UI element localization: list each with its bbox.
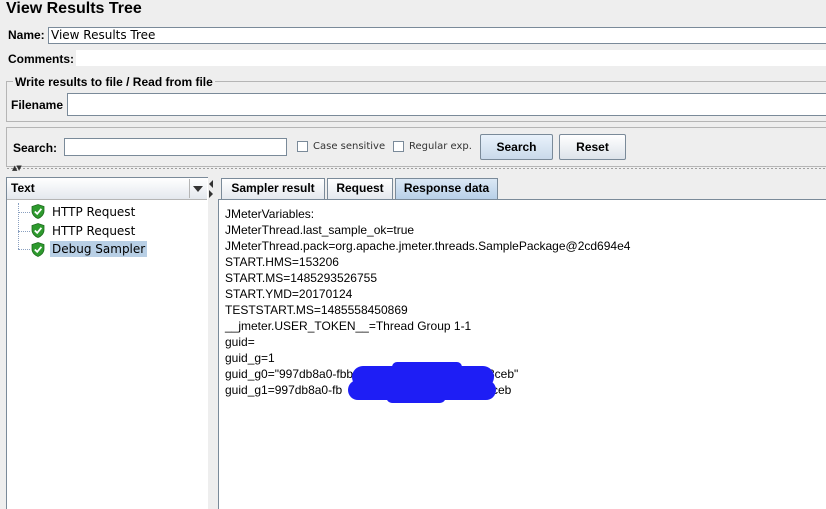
response-line: JMeterThread.pack=org.apache.jmeter.thre… [225, 239, 631, 253]
response-line: TESTSTART.MS=1485558450869 [225, 303, 408, 317]
collapse-arrows-icon[interactable]: ▲▼ [12, 164, 22, 172]
name-label: Name: [8, 28, 45, 42]
filename-input[interactable] [67, 93, 826, 116]
collapse-left-icon[interactable] [209, 180, 213, 188]
tree-connector [18, 212, 30, 213]
response-line: START.MS=1485293526755 [225, 271, 377, 285]
success-shield-icon [31, 204, 45, 219]
tab-response-data[interactable]: Response data [395, 178, 498, 199]
regex-checkbox[interactable] [393, 141, 404, 152]
response-line: START.YMD=20170124 [225, 287, 353, 301]
comments-input[interactable] [76, 50, 826, 66]
response-line: __jmeter.USER_TOKEN__=Thread Group 1-1 [225, 319, 472, 333]
renderer-select-value: Text [11, 181, 35, 195]
regex-label: Regular exp. [409, 141, 472, 152]
tree-connector [18, 231, 30, 232]
expand-right-icon[interactable] [209, 190, 213, 198]
response-line: JMeterVariables: [225, 207, 315, 221]
file-section-title: Write results to file / Read from file [13, 75, 215, 89]
tree-item-http-request[interactable]: HTTP Request [50, 204, 137, 220]
search-label: Search: [13, 141, 58, 155]
case-sensitive-checkbox[interactable] [297, 141, 308, 152]
search-button[interactable]: Search [480, 134, 553, 160]
redaction-scribble [392, 362, 462, 372]
name-input[interactable] [48, 27, 826, 44]
tree-item-http-request[interactable]: HTTP Request [50, 223, 137, 239]
tab-request[interactable]: Request [327, 178, 393, 199]
response-line: START.HMS=153206 [225, 255, 339, 269]
filename-label: Filename [11, 98, 64, 112]
response-line: JMeterThread.last_sample_ok=true [225, 223, 415, 237]
response-line: guid_g=1 [225, 351, 275, 365]
panel-title: View Results Tree [6, 0, 142, 17]
split-divider[interactable] [6, 167, 826, 170]
success-shield-icon [31, 223, 45, 238]
chevron-down-icon [193, 186, 203, 192]
tree-item-debug-sampler[interactable]: Debug Sampler [50, 241, 148, 257]
view-results-tree-panel: View Results Tree Name: Comments: Write … [0, 0, 826, 509]
response-line: guid= [225, 335, 255, 349]
renderer-select[interactable] [7, 178, 207, 200]
tree-connector [18, 203, 19, 249]
pane-splitter[interactable] [208, 177, 217, 509]
tab-sampler-result[interactable]: Sampler result [221, 178, 325, 199]
redaction-scribble [386, 390, 446, 403]
response-line: guid_g0="997db8a0-fbb [225, 367, 354, 381]
response-line: guid_g1=997db8a0-fb [225, 383, 343, 397]
comments-label: Comments: [8, 52, 75, 66]
search-input[interactable] [64, 138, 287, 156]
tree-connector [18, 249, 30, 250]
case-sensitive-label: Case sensitive [313, 141, 386, 152]
reset-button[interactable]: Reset [559, 134, 626, 160]
success-shield-icon [31, 242, 45, 257]
